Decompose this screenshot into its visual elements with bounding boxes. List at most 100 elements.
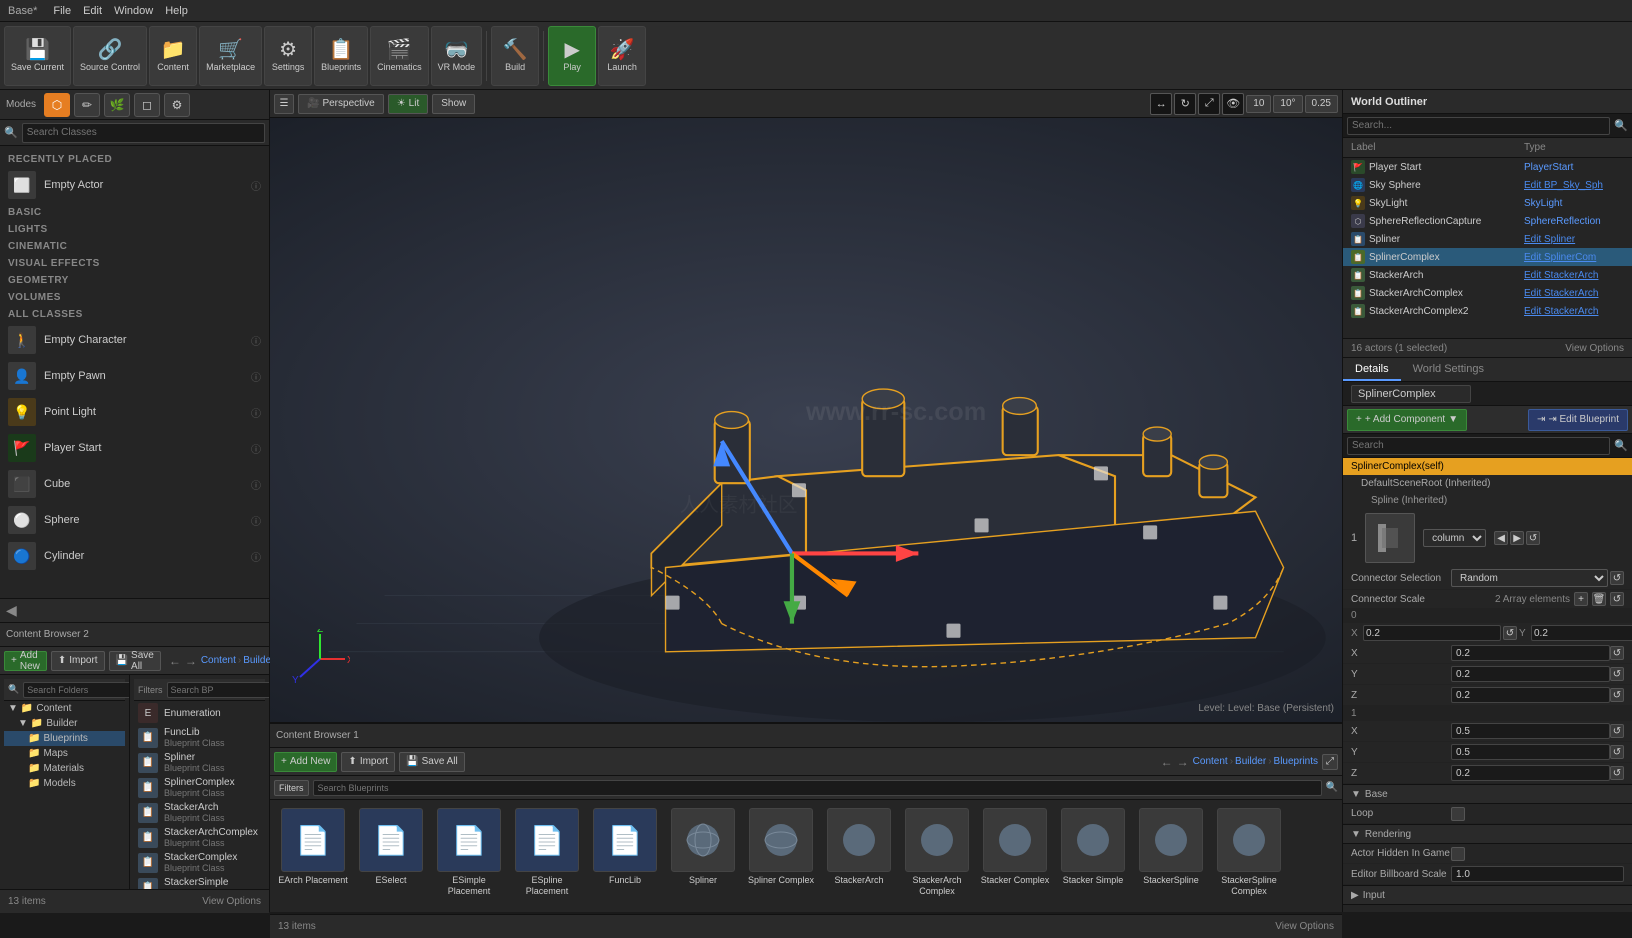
oi-type-edit[interactable]: Edit StackerArch [1524, 288, 1624, 299]
empty-pawn-info[interactable]: ⓘ [251, 369, 261, 384]
viewport-menu-button[interactable]: ☰ [274, 94, 294, 114]
x-field-0[interactable] [1451, 645, 1610, 661]
billboard-input[interactable] [1451, 866, 1624, 882]
grid-snap-button[interactable]: 10 [1246, 95, 1271, 113]
camera-speed-button[interactable]: 👁 [1222, 93, 1244, 115]
asset-row[interactable]: 📋 SplinerBlueprint Class [134, 750, 265, 775]
asset-thumbnail[interactable]: StackerSpline Complex [1214, 808, 1284, 897]
vr-mode-button[interactable]: 🥽 VR Mode [431, 26, 483, 86]
list-item[interactable]: 🚶 Empty Character ⓘ [0, 322, 269, 358]
asset-thumbnail[interactable]: 📄 EArch Placement [278, 808, 348, 886]
show-button[interactable]: Show [432, 94, 475, 114]
menu-help[interactable]: Help [165, 5, 188, 17]
list-item[interactable]: ⬜ Empty Actor ⓘ [0, 167, 269, 203]
settings-mode-button[interactable]: ⚙ [164, 93, 190, 117]
cb1-search-input[interactable] [313, 780, 1322, 796]
folder-blueprints[interactable]: 📁 Blueprints [4, 731, 125, 746]
edit-blueprint-button[interactable]: ⇥ ⇥ Edit Blueprint [1528, 409, 1628, 431]
marketplace-button[interactable]: 🛒 Marketplace [199, 26, 262, 86]
asset-search-input[interactable] [167, 682, 270, 698]
outliner-item[interactable]: 💡 SkyLight SkyLight [1343, 194, 1632, 212]
asset-thumbnail[interactable]: StackerArch Complex [902, 808, 972, 897]
input-section-header[interactable]: ▶ Input [1343, 885, 1632, 905]
asset-row[interactable]: E Enumeration [134, 701, 265, 725]
asset-thumbnail[interactable]: StackerSpline [1136, 808, 1206, 886]
array-add-button[interactable]: + [1574, 592, 1588, 606]
oi-type-edit[interactable]: Edit StackerArch [1524, 270, 1624, 281]
cb2-import-button[interactable]: ⬆ Import [51, 651, 105, 671]
rotate-gizmo-button[interactable]: ↻ [1174, 93, 1196, 115]
y-field-reset-0[interactable]: ↺ [1610, 667, 1624, 681]
settings-button[interactable]: ⚙ Settings [264, 26, 312, 86]
nav-forward-button[interactable]: → [185, 654, 197, 668]
oi-type-edit[interactable]: Edit StackerArch [1524, 306, 1624, 317]
list-item[interactable]: ⚪ Sphere ⓘ [0, 502, 269, 538]
cb1-add-new-button[interactable]: + Add New [274, 752, 337, 772]
list-item[interactable]: 🚩 Player Start ⓘ [0, 430, 269, 466]
list-item[interactable]: 🔵 Cylinder ⓘ [0, 538, 269, 574]
z-field-1[interactable] [1451, 765, 1610, 781]
asset-thumbnail[interactable]: Spliner Complex [746, 808, 816, 886]
component-spline[interactable]: Spline (Inherited) [1343, 492, 1632, 509]
geometry-mode-button[interactable]: ◻ [134, 93, 160, 117]
empty-character-info[interactable]: ⓘ [251, 333, 261, 348]
blueprints-button[interactable]: 📋 Blueprints [314, 26, 368, 86]
connector-selection-dropdown[interactable]: Random Sequential First Last [1451, 569, 1608, 587]
cb2-save-all-button[interactable]: 💾 Save All [109, 651, 161, 671]
x-field-reset-1[interactable]: ↺ [1610, 724, 1624, 738]
asset-thumbnail[interactable]: StackerArch [824, 808, 894, 886]
folder-search-input[interactable] [23, 682, 130, 698]
breadcrumb-content[interactable]: Content [201, 655, 236, 666]
oi-type-edit[interactable]: Edit SplinerCom [1524, 252, 1624, 263]
add-component-button[interactable]: + + Add Component ▼ [1347, 409, 1467, 431]
asset-row[interactable]: 📋 StackerSimpleBlueprint Class [134, 875, 265, 889]
content-button[interactable]: 📁 Content [149, 26, 197, 86]
actor-name-input[interactable] [1351, 385, 1471, 403]
menu-file[interactable]: File [53, 5, 71, 17]
cb1-bc-blueprints[interactable]: Blueprints [1274, 756, 1318, 767]
connector-selection-reset[interactable]: ↺ [1610, 571, 1624, 585]
x-input-0[interactable] [1363, 625, 1501, 641]
list-item[interactable]: ⬛ Cube ⓘ [0, 466, 269, 502]
play-button[interactable]: ▶ Play [548, 26, 596, 86]
outliner-item-selected[interactable]: 📋 SplinerComplex Edit SplinerCom [1343, 248, 1632, 266]
outliner-item[interactable]: 📋 Spliner Edit Spliner [1343, 230, 1632, 248]
menu-window[interactable]: Window [114, 5, 153, 17]
paint-mode-button[interactable]: ✏ [74, 93, 100, 117]
loop-checkbox[interactable] [1451, 807, 1465, 821]
asset-row[interactable]: 📋 StackerArchBlueprint Class [134, 800, 265, 825]
rotation-snap-button[interactable]: 10° [1273, 95, 1302, 113]
foliage-mode-button[interactable]: 🌿 [104, 93, 130, 117]
nav-back-button[interactable]: ← [169, 654, 181, 668]
launch-button[interactable]: 🚀 Launch [598, 26, 646, 86]
cb1-collapse-button[interactable]: ⤢ [1322, 754, 1338, 770]
y-field-reset-1[interactable]: ↺ [1610, 745, 1624, 759]
cb1-filters-button[interactable]: Filters [274, 780, 309, 796]
x-reset-0[interactable]: ↺ [1503, 626, 1517, 640]
build-button[interactable]: 🔨 Build [491, 26, 539, 86]
cb1-bc-builder[interactable]: Builder [1235, 756, 1266, 767]
scale-snap-button[interactable]: 0.25 [1305, 95, 1338, 113]
cinematics-button[interactable]: 🎬 Cinematics [370, 26, 429, 86]
place-mode-button[interactable]: ⬡ [44, 93, 70, 117]
component-self[interactable]: SplinerComplex(self) [1343, 458, 1632, 475]
outliner-item[interactable]: 📋 StackerArchComplex Edit StackerArch [1343, 284, 1632, 302]
outliner-item[interactable]: 📋 StackerArchComplex2 Edit StackerArch [1343, 302, 1632, 320]
cb1-view-options[interactable]: View Options [1275, 921, 1334, 932]
z-field-0[interactable] [1451, 687, 1610, 703]
viewport[interactable]: www.rr-sc.com 人人素材社区 X Z Y Level: [270, 118, 1342, 722]
details-search-input[interactable] [1347, 437, 1610, 455]
cb1-nav-forward[interactable]: → [1177, 755, 1189, 769]
cube-info[interactable]: ⓘ [251, 477, 261, 492]
translate-gizmo-button[interactable]: ↔ [1150, 93, 1172, 115]
folder-materials[interactable]: 📁 Materials [4, 761, 125, 776]
scale-gizmo-button[interactable]: ⤢ [1198, 93, 1220, 115]
list-item[interactable]: 👤 Empty Pawn ⓘ [0, 358, 269, 394]
asset-thumbnail[interactable]: 📄 FuncLib [590, 808, 660, 886]
thumb-prev-button[interactable]: ◀ [1494, 531, 1508, 545]
cb1-save-all-button[interactable]: 💾 Save All [399, 752, 465, 772]
cylinder-info[interactable]: ⓘ [251, 549, 261, 564]
point-light-info[interactable]: ⓘ [251, 405, 261, 420]
lit-button[interactable]: ☀ Lit [388, 94, 429, 114]
z-field-reset-1[interactable]: ↺ [1610, 766, 1624, 780]
